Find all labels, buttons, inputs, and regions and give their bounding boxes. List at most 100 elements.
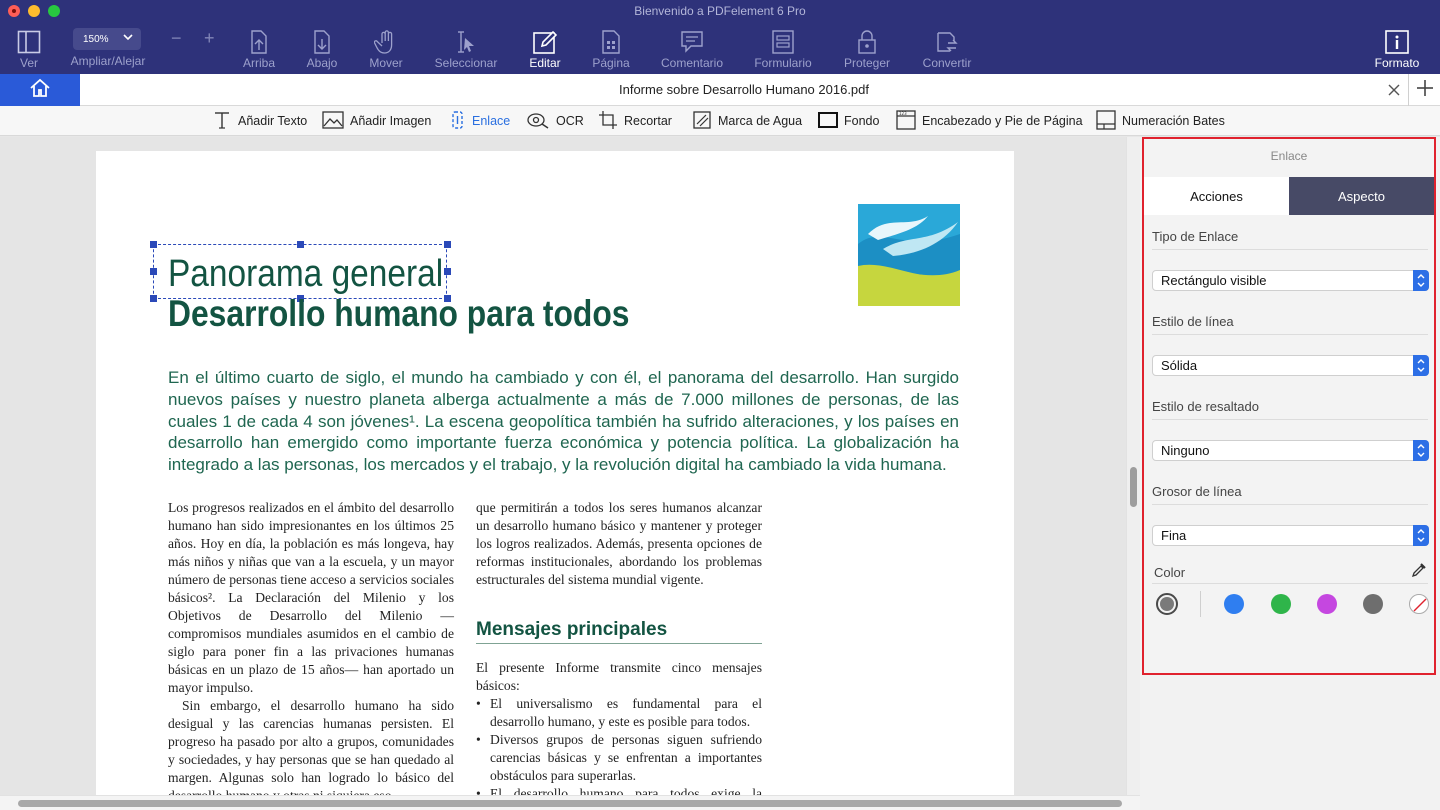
- resize-handle[interactable]: [297, 241, 304, 248]
- move-label: Mover: [369, 56, 403, 70]
- tab-appearance[interactable]: Aspecto: [1289, 177, 1434, 215]
- divider: [1152, 249, 1428, 250]
- report-logo: [858, 204, 960, 306]
- link-type-value: Rectángulo visible: [1161, 273, 1267, 288]
- document-tab-bar: Informe sobre Desarrollo Humano 2016.pdf: [0, 74, 1440, 106]
- intro-paragraph: En el último cuarto de siglo, el mundo h…: [168, 368, 959, 475]
- resize-handle[interactable]: [150, 268, 157, 275]
- add-image-button[interactable]: Añadir Imagen: [322, 110, 431, 132]
- messages-list: El presente Informe transmite cinco mens…: [476, 659, 762, 795]
- document-heading: Desarrollo humano para todos: [168, 293, 630, 334]
- form-button[interactable]: Formulario: [750, 26, 816, 72]
- paragraph: que permitirán a todos los seres humanos…: [476, 500, 762, 587]
- new-tab-button[interactable]: [1408, 74, 1440, 106]
- convert-button[interactable]: Convertir: [916, 26, 978, 72]
- color-swatch-selected[interactable]: [1156, 593, 1178, 615]
- form-icon: [771, 28, 795, 56]
- convert-icon: [934, 28, 960, 56]
- ocr-button[interactable]: OCR: [526, 110, 584, 132]
- view-label: Ver: [19, 56, 38, 70]
- line-style-select[interactable]: Sólida: [1152, 355, 1429, 376]
- image-icon: [322, 110, 344, 132]
- divider: [1152, 334, 1428, 335]
- color-swatch-purple[interactable]: [1317, 594, 1337, 614]
- document-viewport[interactable]: Panorama general Desarrollo humano para …: [0, 137, 1126, 795]
- page-down-icon: [311, 28, 333, 56]
- sidebar-icon: [17, 28, 41, 56]
- move-button[interactable]: Mover: [364, 26, 408, 72]
- select-button[interactable]: Seleccionar: [430, 26, 502, 72]
- document-page[interactable]: Panorama general Desarrollo humano para …: [96, 151, 1014, 795]
- protect-button[interactable]: Proteger: [838, 26, 896, 72]
- background-label: Fondo: [844, 114, 880, 128]
- window-title: Bienvenido a PDFelement 6 Pro: [634, 4, 806, 18]
- format-label: Formato: [1374, 56, 1420, 70]
- document-tab-title[interactable]: Informe sobre Desarrollo Humano 2016.pdf: [80, 74, 1408, 106]
- resize-handle[interactable]: [444, 268, 451, 275]
- divider: [1152, 419, 1428, 420]
- tab-actions[interactable]: Acciones: [1144, 177, 1289, 215]
- zoom-select[interactable]: 150%: [73, 28, 141, 50]
- watermark-button[interactable]: Marca de Agua: [692, 110, 802, 132]
- zoom-in-button[interactable]: +: [204, 28, 215, 49]
- no-color-swatch[interactable]: [1409, 594, 1429, 614]
- zoom-out-button[interactable]: −: [171, 28, 182, 49]
- select-arrows-icon: [1413, 440, 1429, 461]
- background-button[interactable]: Fondo: [818, 110, 879, 132]
- crop-button[interactable]: Recortar: [598, 110, 672, 132]
- add-text-label: Añadir Texto: [238, 114, 308, 128]
- info-icon: [1384, 28, 1410, 56]
- bates-label: Numeración Bates: [1122, 114, 1225, 128]
- down-button[interactable]: Abajo: [301, 26, 343, 72]
- highlight-style-select[interactable]: Ninguno: [1152, 440, 1429, 461]
- plus-icon: [1416, 79, 1434, 102]
- color-swatch-blue[interactable]: [1224, 594, 1244, 614]
- svg-text:123: 123: [899, 111, 907, 116]
- comment-icon: [679, 28, 705, 56]
- vertical-scrollbar[interactable]: [1126, 137, 1140, 795]
- chevron-down-icon: [123, 32, 133, 45]
- color-label: Color: [1154, 565, 1186, 580]
- header-footer-button[interactable]: 123 Encabezado y Pie de Página: [896, 109, 1083, 132]
- color-swatch-green[interactable]: [1271, 594, 1291, 614]
- add-text-button[interactable]: Añadir Texto: [212, 110, 307, 132]
- crop-label: Recortar: [624, 114, 672, 128]
- horizontal-scrollbar[interactable]: [0, 795, 1140, 810]
- highlight-style-value: Ninguno: [1161, 443, 1210, 458]
- link-type-label: Tipo de Enlace: [1152, 229, 1239, 244]
- color-swatch-gray[interactable]: [1363, 594, 1383, 614]
- scroll-thumb[interactable]: [1130, 467, 1137, 507]
- resize-handle[interactable]: [444, 241, 451, 248]
- link-button[interactable]: Enlace: [450, 110, 510, 132]
- no-color-icon: [1413, 598, 1427, 612]
- list-item: El universalismo es fundamental para el …: [476, 695, 762, 731]
- close-tab-icon[interactable]: [1386, 82, 1402, 98]
- paragraph: Los progresos realizados en el ámbito de…: [168, 500, 454, 695]
- bates-numbering-button[interactable]: Numeración Bates: [1096, 109, 1225, 132]
- comment-button[interactable]: Comentario: [656, 26, 728, 72]
- line-thickness-select[interactable]: Fina: [1152, 525, 1429, 546]
- convert-label: Convertir: [922, 56, 972, 70]
- resize-handle[interactable]: [150, 295, 157, 302]
- scroll-thumb[interactable]: [18, 800, 1122, 807]
- up-button[interactable]: Arriba: [238, 26, 280, 72]
- paragraph: El presente Informe transmite cinco mens…: [476, 660, 762, 693]
- edit-button[interactable]: Editar: [524, 26, 566, 72]
- document-title: Panorama general: [168, 253, 444, 295]
- panel-tabs: Acciones Aspecto: [1144, 177, 1434, 215]
- text-icon: [212, 110, 232, 133]
- header-footer-label: Encabezado y Pie de Página: [922, 114, 1083, 128]
- text-cursor-icon: [455, 28, 477, 56]
- home-button[interactable]: [0, 74, 80, 106]
- format-button[interactable]: Formato: [1370, 26, 1424, 72]
- divider: [1152, 504, 1428, 505]
- line-thickness-value: Fina: [1161, 528, 1187, 543]
- link-type-select[interactable]: Rectángulo visible: [1152, 270, 1429, 291]
- page-button[interactable]: Página: [588, 26, 634, 72]
- text-column-right: que permitirán a todos los seres humanos…: [476, 499, 762, 589]
- view-button[interactable]: Ver: [10, 26, 48, 72]
- background-icon: [818, 111, 838, 132]
- eyedropper-icon[interactable]: [1411, 562, 1427, 583]
- link-properties-panel: Enlace Acciones Aspecto Tipo de Enlace R…: [1142, 137, 1436, 675]
- resize-handle[interactable]: [150, 241, 157, 248]
